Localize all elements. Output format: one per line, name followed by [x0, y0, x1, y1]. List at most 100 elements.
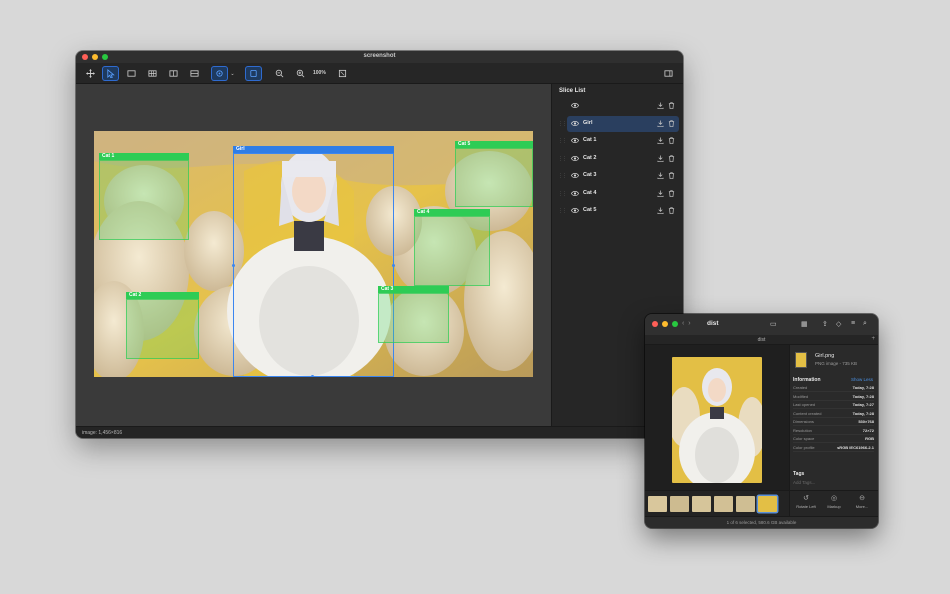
rect-icon [127, 70, 136, 77]
info-value: RGB [865, 436, 874, 441]
download-icon[interactable] [657, 119, 664, 127]
slice-row[interactable]: ⋮⋮ Cat 5 [558, 203, 679, 219]
download-icon[interactable] [657, 189, 664, 197]
markup-button[interactable]: ◎ Markup [820, 494, 848, 509]
grid-tool-button[interactable] [144, 66, 161, 81]
thumbnail[interactable] [714, 496, 733, 512]
rotate-left-button[interactable]: ↺ Rotate Left [792, 494, 820, 509]
download-icon[interactable] [657, 154, 664, 162]
drag-handle-icon[interactable]: ⋮⋮ [558, 156, 567, 162]
share-icon[interactable]: ⇪ [822, 320, 831, 328]
trash-icon[interactable] [668, 207, 675, 214]
more-actions-button[interactable]: ⊖ More... [848, 494, 876, 509]
columns-icon [169, 70, 178, 77]
trash-icon[interactable] [668, 189, 675, 197]
drag-handle-icon[interactable]: ⋮⋮ [558, 191, 567, 197]
thumbnail-selected[interactable] [758, 496, 777, 512]
drag-handle-icon[interactable]: ⋮⋮ [558, 173, 567, 179]
trash-icon[interactable] [668, 154, 675, 162]
canvas-area[interactable]: Girl Cat 1 Cat 2 Cat 3 Cat 4 Cat 5 [76, 84, 551, 426]
markup-icon: ◎ [830, 495, 838, 502]
move-tool-button[interactable] [82, 66, 99, 81]
trash-icon[interactable] [668, 172, 675, 179]
back-forward-buttons[interactable]: ‹ › [682, 320, 691, 327]
info-row: Modified Today, 7:28 [793, 393, 874, 401]
info-key: Content created [793, 410, 822, 416]
zoom-level[interactable]: 100% [313, 70, 326, 76]
info-key: Created [793, 385, 808, 390]
trash-icon[interactable] [668, 119, 675, 127]
eye-icon[interactable] [571, 207, 579, 214]
eye-icon[interactable] [571, 155, 579, 162]
eye-icon[interactable] [571, 137, 579, 144]
zoom-out-button[interactable] [271, 66, 288, 81]
auto-slice-button[interactable] [211, 66, 228, 81]
resize-handle[interactable] [311, 375, 314, 377]
eye-icon[interactable] [571, 190, 579, 197]
fit-to-window-button[interactable] [334, 66, 351, 81]
tags-heading: Tags [793, 471, 805, 477]
frame-tool-button[interactable] [245, 66, 262, 81]
thumbnail[interactable] [736, 496, 755, 512]
download-icon[interactable] [657, 137, 664, 144]
trash-icon[interactable] [668, 137, 675, 144]
trash-icon[interactable] [668, 102, 675, 109]
rect-tool-button[interactable] [123, 66, 140, 81]
gallery-preview[interactable] [645, 345, 789, 490]
slice-row[interactable]: ⋮⋮ Girl [558, 115, 679, 132]
zoom-out-icon [275, 69, 284, 78]
slice-row[interactable]: ⋮⋮ Cat 1 [558, 133, 679, 149]
eye-icon[interactable] [571, 102, 579, 109]
drag-handle-icon[interactable]: ⋮⋮ [558, 121, 567, 127]
download-icon[interactable] [657, 207, 664, 214]
tag-icon[interactable]: ◇ [836, 320, 845, 328]
slice-box-cat5[interactable]: Cat 5 [455, 141, 533, 207]
columns-tool-button[interactable] [165, 66, 182, 81]
slice-row[interactable]: ⋮⋮ Cat 3 [558, 168, 679, 184]
search-icon[interactable]: ⌕ [863, 320, 872, 328]
file-meta: PNG image - 735 KB [815, 361, 858, 366]
source-image[interactable]: Girl Cat 1 Cat 2 Cat 3 Cat 4 Cat 5 [94, 131, 533, 377]
info-key: Resolution [793, 427, 812, 433]
frame-icon [250, 69, 257, 78]
back-icon[interactable]: ‹ [682, 320, 684, 327]
download-icon[interactable] [657, 172, 664, 179]
show-less-link[interactable]: Show Less [851, 377, 873, 382]
thumbnail[interactable] [648, 496, 667, 512]
resize-handle[interactable] [232, 264, 235, 267]
more-icon[interactable]: ≡ [851, 320, 860, 328]
download-icon[interactable] [657, 102, 664, 109]
toggle-sidebar-button[interactable] [660, 66, 677, 81]
slice-box-cat4[interactable]: Cat 4 [414, 209, 490, 286]
slice-box-cat1[interactable]: Cat 1 [99, 153, 189, 240]
slice-box-cat2[interactable]: Cat 2 [126, 292, 199, 359]
chevron-down-icon: ⌄ [230, 70, 235, 77]
zoom-in-button[interactable] [292, 66, 309, 81]
drag-handle-icon[interactable]: ⋮⋮ [558, 138, 567, 144]
rows-tool-button[interactable] [186, 66, 203, 81]
finder-status-text: 1 of 6 selected, 580.6 GB available [726, 520, 797, 525]
auto-slice-dropdown[interactable]: ⌄ [228, 66, 237, 81]
slice-row[interactable] [567, 98, 679, 114]
minimize-button[interactable] [662, 321, 668, 327]
eye-icon[interactable] [571, 172, 579, 179]
eye-icon[interactable] [571, 120, 579, 127]
info-row: Dimensions 530×768 [793, 418, 874, 426]
close-button[interactable] [652, 321, 658, 327]
thumbnail[interactable] [692, 496, 711, 512]
view-mode-icon[interactable]: ▭ [770, 320, 779, 328]
slice-box-cat3[interactable]: Cat 3 [378, 286, 449, 343]
forward-icon[interactable]: › [688, 320, 690, 327]
zoom-window-button[interactable] [672, 321, 678, 327]
slice-name: Cat 2 [583, 154, 597, 161]
add-tags-field[interactable]: Add Tags... [793, 480, 815, 485]
add-tab-icon[interactable]: + [871, 336, 875, 342]
slice-row[interactable]: ⋮⋮ Cat 2 [558, 151, 679, 167]
group-icon[interactable]: ▦ [801, 320, 810, 328]
drag-handle-icon[interactable]: ⋮⋮ [558, 208, 567, 214]
resize-handle[interactable] [392, 264, 395, 267]
slice-row[interactable]: ⋮⋮ Cat 4 [558, 186, 679, 202]
pointer-tool-button[interactable] [102, 66, 119, 81]
thumbnail[interactable] [670, 496, 689, 512]
slice-box-girl[interactable]: Girl [232, 146, 395, 377]
